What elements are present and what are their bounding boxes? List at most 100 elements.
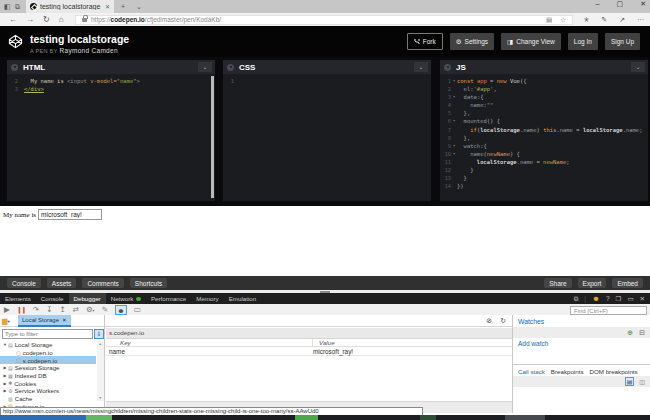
pen-byline: A PEN BY	[30, 48, 57, 54]
devtools-tab-console[interactable]: Console	[36, 293, 69, 304]
devtools-tab-performance[interactable]: Performance	[146, 293, 191, 304]
share-icon[interactable]: ↗	[619, 16, 625, 24]
code-line: 2 el:'#app',	[440, 85, 648, 93]
back-button[interactable]: ←	[9, 13, 17, 26]
code-line: 3</div>	[7, 85, 215, 93]
tree-item-local-storage[interactable]: ▼▤Local Storage	[0, 341, 96, 349]
footer-console-button[interactable]: Console	[7, 278, 41, 288]
dock-icon[interactable]: ❐	[616, 295, 622, 303]
devtools-tab-memory[interactable]: Memory	[191, 293, 223, 304]
hub-icon[interactable]: ✭	[583, 16, 589, 24]
clear-watches-icon[interactable]: ⊟	[639, 329, 645, 337]
settings-button[interactable]: ⚙Settings	[450, 33, 494, 50]
html-editor-panel[interactable]: HTML ⌄ 2 My name is <input v-model="name…	[7, 60, 215, 201]
devtools-tab-debugger[interactable]: Debugger	[69, 293, 106, 304]
forward-button[interactable]: →	[26, 13, 34, 26]
help-icon[interactable]: ?	[606, 295, 610, 302]
key-column-header[interactable]: Key	[120, 339, 131, 346]
devtools-tab-emulation[interactable]: Emulation	[224, 293, 262, 304]
window-minimize-button[interactable]: –	[596, 0, 600, 8]
footer-export-button[interactable]: Export	[578, 278, 607, 288]
panel-label: JS	[456, 63, 466, 72]
editor-scrollbar[interactable]	[211, 76, 214, 198]
address-field[interactable]: https://codepen.io/cfjedimaster/pen/Koda…	[75, 15, 573, 25]
tab-close-icon[interactable]: ✕	[105, 3, 110, 10]
panel-gear-icon[interactable]	[227, 64, 234, 71]
tree-item-icon: ▤	[8, 365, 13, 371]
callstack-icon-a[interactable]: ▤	[625, 377, 635, 386]
chevron-down-icon[interactable]: ⌄	[631, 62, 645, 72]
tree-item-icon: ✱	[8, 380, 12, 386]
more-icon[interactable]: ⋯	[637, 16, 644, 24]
tree-scrollbar[interactable]: ▲▼	[97, 341, 104, 401]
callstack-tab-breakpoints[interactable]: Breakpoints	[551, 368, 584, 375]
tree-item-cache[interactable]: ▥Cache	[0, 395, 96, 403]
gear-icon: ⚙	[456, 38, 462, 46]
tab-preview-icon[interactable]: ◧	[4, 2, 11, 11]
filter-button[interactable]: ⇩	[94, 329, 104, 339]
tree-item-service-workers[interactable]: ▶⚙Service Workers	[0, 387, 96, 395]
panel-gear-icon[interactable]	[11, 64, 18, 71]
window-maximize-button[interactable]: ▢	[617, 0, 624, 8]
filter-input[interactable]: Type to filter	[2, 329, 93, 339]
add-watch-icon[interactable]: ⊕	[627, 329, 633, 337]
tab-menu-icon[interactable]: ⌄	[136, 2, 142, 11]
name-input[interactable]	[38, 209, 102, 220]
pen-title: testing localstorage	[30, 33, 129, 45]
code-line: 13 }	[440, 174, 648, 182]
css-editor-panel[interactable]: CSS ⌄ 1	[223, 60, 431, 201]
callstack-tab-call-stack[interactable]: Call stack	[518, 368, 545, 375]
tree-item-cookies[interactable]: ▶✱Cookies	[0, 379, 96, 387]
taskbar-segment	[420, 415, 436, 420]
callstack-icon-b[interactable]: ◫	[639, 378, 645, 385]
code-line: 11 localStorage.name = newName;	[440, 158, 648, 166]
change-view-button[interactable]: ◨Change View	[501, 33, 561, 50]
fork-button[interactable]: Fork	[407, 33, 443, 50]
footer-assets-button[interactable]: Assets	[47, 278, 77, 288]
codepen-logo-icon	[8, 34, 23, 49]
devtools-close-icon[interactable]: ✕	[640, 295, 645, 303]
refresh-button[interactable]: ↻	[43, 13, 50, 26]
tree-item-s-codepen-io[interactable]: ▢s.codepen.io	[0, 356, 96, 364]
home-button[interactable]: ⌂	[59, 13, 64, 26]
browser-tab[interactable]: testing localstorage ✕	[26, 0, 114, 13]
codepen-header: testing localstorage A PEN BYRaymond Cam…	[0, 26, 650, 57]
chevron-down-icon[interactable]: ⌄	[198, 62, 212, 72]
js-editor-panel[interactable]: JS ⌄ 1▾const app = new Vue({2 el:'#app',…	[440, 60, 648, 201]
devtools-tab-elements[interactable]: Elements	[0, 293, 36, 304]
unpin-icon[interactable]: ▭	[627, 295, 633, 303]
code-line: 5 },	[440, 109, 648, 117]
set-tabs-aside-icon[interactable]: ⧉	[15, 2, 20, 11]
new-tab-button[interactable]: +	[121, 2, 125, 11]
footer-shortcuts-button[interactable]: Shortcuts	[130, 278, 167, 288]
value-column-header[interactable]: Value	[319, 339, 335, 346]
signup-button[interactable]: Sign Up	[605, 33, 640, 50]
select-element-icon[interactable]: ⧉	[574, 295, 579, 303]
just-my-code-icon[interactable]: ☻	[115, 305, 127, 315]
callstack-tab-dom-breakpoints[interactable]: DOM breakpoints	[590, 368, 638, 375]
tree-item-icon: ▢	[16, 357, 21, 363]
devtools-tab-network[interactable]: Network	[106, 293, 146, 304]
tree-item-session-storage[interactable]: ▶▤Session Storage	[0, 364, 96, 372]
feedback-smiley-icon[interactable]: ☻	[592, 294, 600, 303]
pen-author[interactable]: Raymond Camden	[59, 47, 117, 54]
add-watch-link[interactable]: Add watch	[513, 340, 548, 347]
code-line: 12 }	[440, 166, 648, 174]
reading-view-icon[interactable]: ▤	[546, 16, 552, 24]
web-note-icon[interactable]: ✎	[601, 16, 607, 24]
login-button[interactable]: Log In	[568, 33, 598, 50]
favorite-star-icon[interactable]: ☆	[560, 16, 566, 24]
chevron-down-icon[interactable]: ⌄	[414, 62, 428, 72]
footer-share-button[interactable]: Share	[544, 278, 571, 288]
taskbar-segment	[86, 415, 112, 420]
window-close-button[interactable]: ✕	[640, 0, 646, 8]
footer-embed-button[interactable]: Embed	[612, 278, 643, 288]
footer-comments-button[interactable]: Comments	[82, 278, 123, 288]
code-line: 9▾ watch:{	[440, 142, 648, 150]
panel-gear-icon[interactable]	[444, 64, 451, 71]
codepen-footer: Console Assets Comments Shortcuts Share Expor…	[0, 276, 650, 290]
tree-item-codepen-io[interactable]: ▢codepen.io	[0, 349, 96, 357]
tree-item-indexed-db[interactable]: ▶▦Indexed DB	[0, 372, 96, 380]
storage-row[interactable]: name microsoft_ray!	[106, 347, 512, 356]
find-input[interactable]: Find (Ctrl+F)	[570, 306, 647, 315]
